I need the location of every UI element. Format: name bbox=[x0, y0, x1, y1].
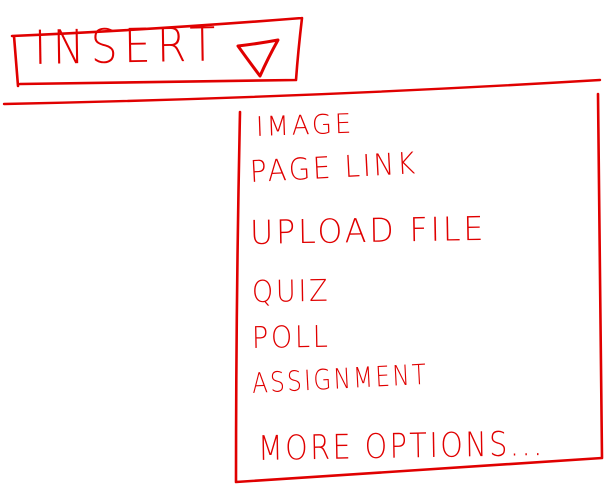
dropdown-menu: IMAGE PAGE LINK UPLOAD FILE QUIZ POLL AS… bbox=[249, 109, 590, 470]
menu-item-assignment[interactable]: ASSIGNMENT bbox=[251, 358, 429, 400]
insert-button-label[interactable]: INSERT bbox=[34, 17, 222, 76]
menu-item-page-link[interactable]: PAGE LINK bbox=[249, 146, 419, 190]
triangle-down-icon bbox=[236, 38, 280, 78]
menu-item-upload-file[interactable]: UPLOAD FILE bbox=[250, 209, 487, 252]
menu-item-quiz[interactable]: QUIZ bbox=[252, 274, 331, 310]
menu-item-poll[interactable]: POLL bbox=[252, 320, 331, 356]
menu-item-image[interactable]: IMAGE bbox=[255, 109, 354, 143]
menu-item-more-options[interactable]: MORE OPTIONS... bbox=[258, 424, 545, 469]
